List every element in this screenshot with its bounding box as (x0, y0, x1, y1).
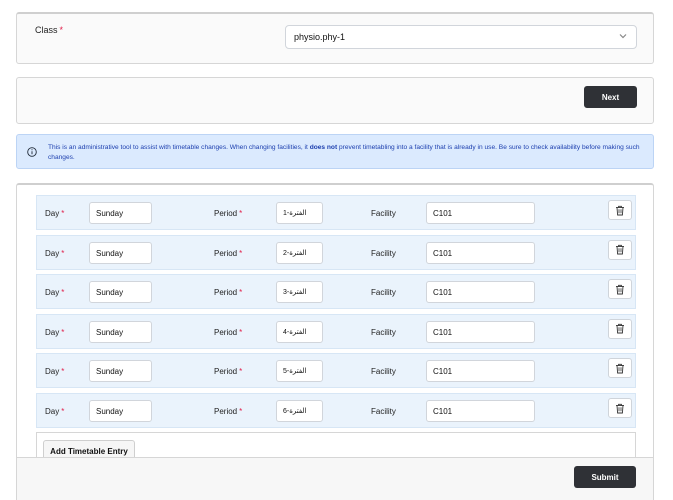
info-banner: This is an administrative tool to assist… (16, 134, 654, 169)
period-input[interactable]: الفترة-4 (276, 320, 323, 343)
trash-icon (616, 205, 624, 215)
period-label: Period * (214, 327, 243, 337)
day-input[interactable]: Sunday (89, 241, 152, 264)
period-label: Period * (214, 248, 243, 258)
next-card: Next (16, 77, 654, 124)
delete-entry-button[interactable] (608, 318, 632, 339)
period-input[interactable]: الفترة-6 (276, 400, 323, 422)
facility-label: Facility (371, 209, 396, 218)
facility-input[interactable]: C101 (426, 202, 535, 224)
required-mark: * (59, 25, 64, 35)
period-input[interactable]: الفترة-5 (276, 360, 323, 383)
facility-label: Facility (371, 327, 396, 337)
period-label: Period * (214, 288, 243, 298)
period-label: Period * (214, 407, 243, 416)
timetable-entry-row: Day * Sunday Period * الفترة-6 Facility C101 (36, 393, 636, 428)
facility-input[interactable]: C101 (426, 281, 535, 304)
class-label: Class * (35, 25, 64, 35)
next-button[interactable]: Next (584, 86, 637, 108)
info-text: This is an administrative tool to assist… (48, 144, 640, 161)
day-input[interactable]: Sunday (89, 281, 152, 304)
trash-icon (616, 324, 624, 334)
timetable-entry-row: Day * Sunday Period * الفترة-1 Facility C101 (36, 195, 636, 230)
facility-label: Facility (371, 407, 396, 416)
day-input[interactable]: Sunday (89, 320, 152, 343)
trash-icon (616, 244, 624, 255)
timetable-entry-row: Day * Sunday Period * الفترة-3 Facility C101 (36, 274, 636, 310)
trash-icon (616, 284, 624, 295)
facility-label: Facility (371, 367, 396, 377)
day-input[interactable]: Sunday (89, 202, 152, 224)
timetable-entries-card: Day * Sunday Period * الفترة-1 Facility C101 Day… (16, 183, 654, 500)
period-input[interactable]: الفترة-2 (276, 241, 323, 264)
facility-input[interactable]: C101 (426, 400, 535, 422)
facility-input[interactable]: C101 (426, 360, 535, 383)
delete-entry-button[interactable] (608, 358, 632, 379)
form-footer: Submit (16, 457, 654, 500)
trash-icon (616, 403, 624, 413)
delete-entry-button[interactable] (608, 398, 632, 418)
delete-entry-button[interactable] (608, 279, 632, 300)
period-label: Period * (214, 367, 243, 377)
delete-entry-button[interactable] (608, 200, 632, 220)
class-select[interactable]: physio.phy-1 (285, 25, 637, 49)
period-input[interactable]: الفترة-3 (276, 281, 323, 304)
timetable-entry-row: Day * Sunday Period * الفترة-4 Facility C101 (36, 313, 636, 349)
class-select-value: physio.phy-1 (294, 32, 346, 42)
day-label: Day * (45, 367, 65, 377)
facility-input[interactable]: C101 (426, 320, 535, 343)
day-label: Day * (45, 327, 65, 337)
timetable-entry-row: Day * Sunday Period * الفترة-5 Facility C101 (36, 353, 636, 389)
facility-label: Facility (371, 288, 396, 298)
trash-icon (616, 363, 624, 374)
day-input[interactable]: Sunday (89, 400, 152, 422)
day-label: Day * (45, 209, 65, 218)
facility-label: Facility (371, 248, 396, 258)
delete-entry-button[interactable] (608, 239, 632, 260)
facility-input[interactable]: C101 (426, 241, 535, 264)
day-label: Day * (45, 248, 65, 258)
day-label: Day * (45, 407, 65, 416)
day-input[interactable]: Sunday (89, 360, 152, 383)
class-card: Class * physio.phy-1 (16, 12, 654, 64)
day-label: Day * (45, 288, 65, 298)
chevron-down-icon (619, 34, 627, 39)
info-icon (27, 147, 37, 157)
submit-button[interactable]: Submit (574, 466, 636, 488)
period-input[interactable]: الفترة-1 (276, 202, 323, 224)
period-label: Period * (214, 209, 243, 218)
timetable-entry-row: Day * Sunday Period * الفترة-2 Facility C101 (36, 234, 636, 270)
